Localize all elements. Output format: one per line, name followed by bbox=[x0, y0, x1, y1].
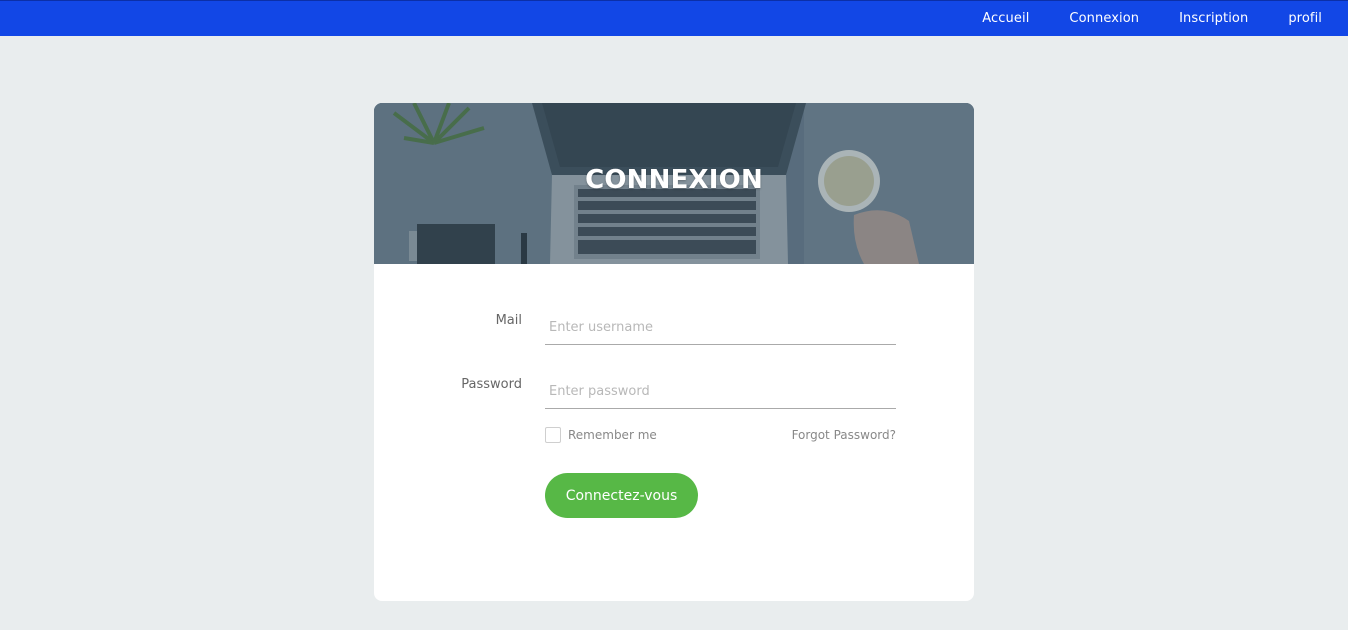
password-row: Password bbox=[374, 365, 974, 409]
remember-me-label: Remember me bbox=[568, 428, 657, 442]
password-input[interactable] bbox=[545, 365, 896, 409]
forgot-password-link[interactable]: Forgot Password? bbox=[792, 428, 896, 442]
main-nav: Accueil Connexion Inscription profil bbox=[942, 1, 1322, 35]
nav-link-inscription[interactable]: Inscription bbox=[1179, 11, 1248, 26]
nav-link-profil[interactable]: profil bbox=[1288, 11, 1322, 26]
mail-row: Mail bbox=[374, 301, 974, 345]
login-title: CONNEXION bbox=[585, 165, 763, 195]
password-label: Password bbox=[461, 377, 522, 392]
mail-input[interactable] bbox=[545, 301, 896, 345]
login-card: CONNEXION Mail Password Remember me Forg… bbox=[374, 103, 974, 601]
remember-me: Remember me bbox=[545, 427, 657, 443]
nav-link-connexion[interactable]: Connexion bbox=[1069, 11, 1139, 26]
mail-label: Mail bbox=[495, 313, 522, 328]
remember-me-checkbox[interactable] bbox=[545, 427, 561, 443]
login-submit-button[interactable]: Connectez-vous bbox=[545, 473, 698, 518]
top-nav-bar: Accueil Connexion Inscription profil bbox=[0, 0, 1348, 36]
login-header-banner: CONNEXION bbox=[374, 103, 974, 264]
nav-link-accueil[interactable]: Accueil bbox=[982, 11, 1029, 26]
